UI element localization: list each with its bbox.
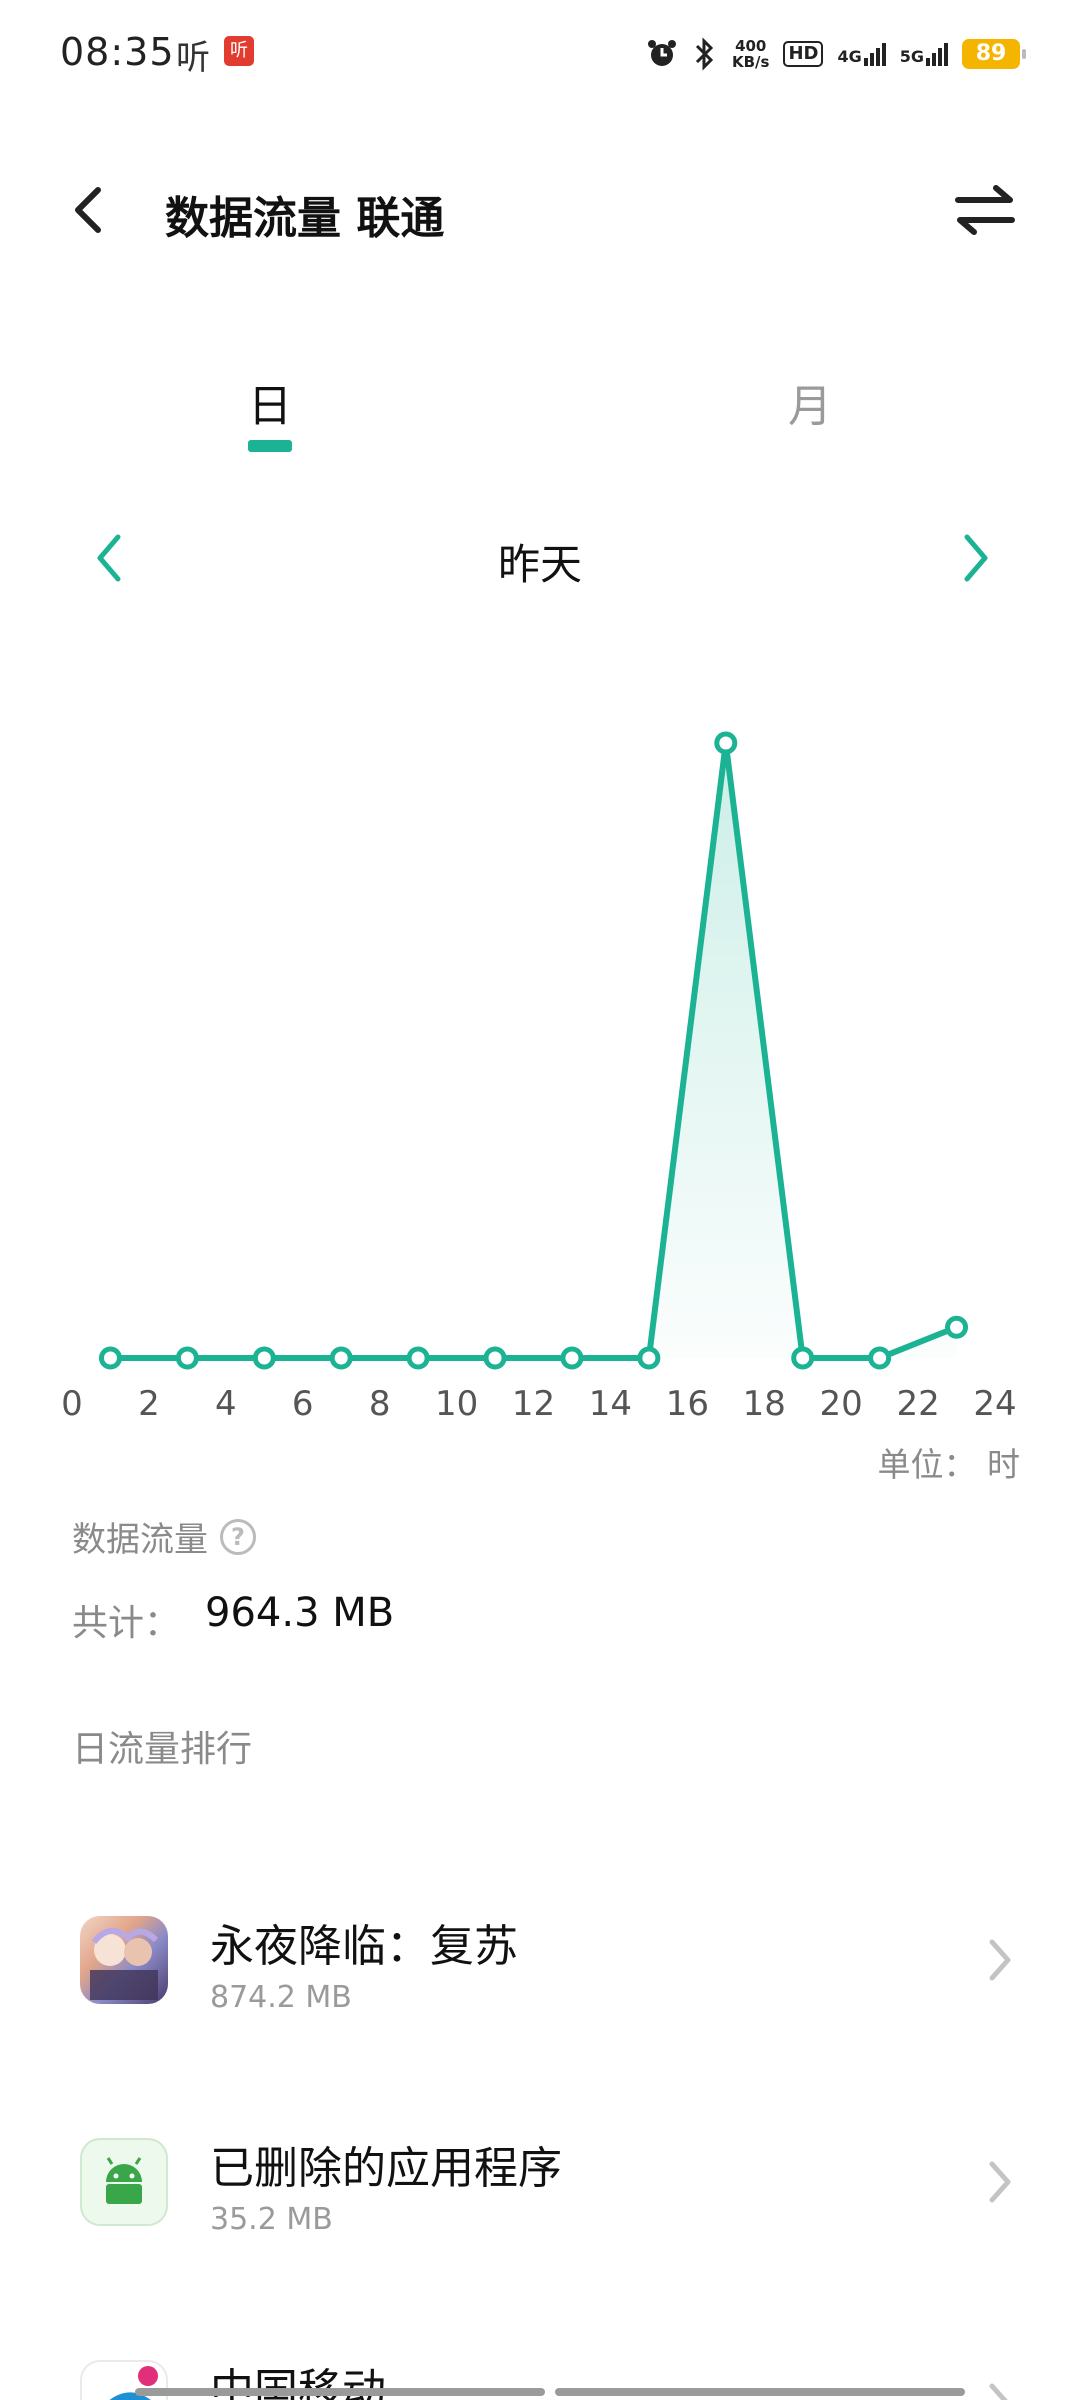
total-value: 964.3 MB [205, 1590, 395, 1636]
x-tick-label: 14 [589, 1384, 632, 1424]
page-title: 数据流量 联通 [165, 193, 445, 244]
app-header: 数据流量 联通 [0, 160, 1080, 260]
alarm-icon [647, 40, 676, 66]
period-tabs: 日 月 [0, 370, 1080, 460]
data-point-17[interactable] [714, 731, 738, 755]
data-point-21[interactable] [868, 1346, 892, 1370]
bottom-scrollbar [135, 2388, 965, 2396]
x-tick-label: 20 [820, 1384, 863, 1424]
hd-voice-icon: HD [783, 41, 824, 67]
chart-area-fill [110, 743, 957, 1358]
status-icons: 400 KB/s HD 4G 5G 89 [646, 34, 1026, 74]
ting-indicator: 听 [176, 38, 210, 78]
x-tick-label: 2 [138, 1384, 160, 1424]
usage-line-chart: 0 2 4 6 8 10 12 14 16 18 20 22 24 [61, 731, 1017, 1424]
tab-day[interactable]: 日 [210, 370, 330, 434]
daily-ranking-heading: 日流量排行 [72, 1729, 253, 1770]
chevron-right-icon[interactable] [945, 525, 1005, 591]
date-label: 昨天 [497, 540, 582, 589]
app-size: 35.2 MB [210, 2202, 333, 2237]
signal-sim1-icon: 4G [837, 42, 886, 66]
data-point-15[interactable] [637, 1346, 661, 1370]
app-name: 已删除的应用程序 [210, 2143, 562, 2194]
date-navigator: 昨天 [0, 525, 1080, 595]
network-speed: 400 KB/s [731, 37, 770, 71]
x-tick-label: 18 [743, 1384, 786, 1424]
x-tick-label: 12 [512, 1384, 555, 1424]
chevron-right-icon [989, 2161, 1011, 2203]
android-icon [80, 2138, 168, 2226]
chevron-right-icon [989, 2383, 1008, 2400]
app-size: 874.2 MB [210, 1980, 352, 2015]
total-label: 共计： [72, 1603, 181, 1644]
data-point-23[interactable] [945, 1315, 969, 1339]
data-point-5[interactable] [252, 1346, 276, 1370]
data-point-1[interactable] [98, 1346, 122, 1370]
tab-month[interactable]: 月 [750, 370, 870, 434]
x-tick-label: 6 [292, 1384, 314, 1424]
question-icon[interactable]: ? [220, 1518, 256, 1555]
data-point-19[interactable] [791, 1346, 815, 1370]
data-point-3[interactable] [175, 1346, 199, 1370]
x-tick-label: 24 [973, 1384, 1016, 1424]
data-point-11[interactable] [483, 1346, 507, 1370]
chart-unit-label: 单位： 时 [877, 1445, 1021, 1484]
back-icon[interactable] [60, 180, 120, 240]
tab-active-indicator [248, 440, 292, 452]
swap-sim-icon[interactable] [950, 180, 1020, 240]
battery-icon: 89 [962, 39, 1026, 69]
list-item-app-1[interactable]: 永夜降临：复苏 874.2 MB [0, 1870, 1080, 2050]
x-tick-label: 0 [61, 1384, 83, 1424]
signal-sim2-icon: 5G [900, 42, 948, 66]
chevron-right-icon [989, 1939, 1011, 1981]
x-tick-label: 4 [215, 1384, 237, 1424]
bluetooth-icon [695, 37, 714, 71]
data-point-9[interactable] [406, 1346, 430, 1370]
list-item-app-2[interactable]: 已删除的应用程序 35.2 MB [0, 2092, 1080, 2272]
status-time: 08:35 [60, 30, 175, 74]
status-bar: 08:35 听 听 400 KB/s HD 4G 5G 89 [0, 0, 1080, 108]
x-tick-label: 16 [666, 1384, 709, 1424]
data-point-7[interactable] [329, 1346, 353, 1370]
x-tick-label: 22 [896, 1384, 939, 1424]
data-usage-heading: 数据流量 ? [72, 1512, 256, 1561]
ting-app-icon: 听 [224, 36, 254, 66]
app-name: 永夜降临：复苏 [210, 1921, 518, 1972]
series-line [110, 740, 958, 1361]
x-tick-label: 10 [435, 1384, 478, 1424]
x-tick-label: 8 [369, 1384, 391, 1424]
game-icon [80, 1916, 168, 2004]
data-point-13[interactable] [560, 1346, 584, 1370]
